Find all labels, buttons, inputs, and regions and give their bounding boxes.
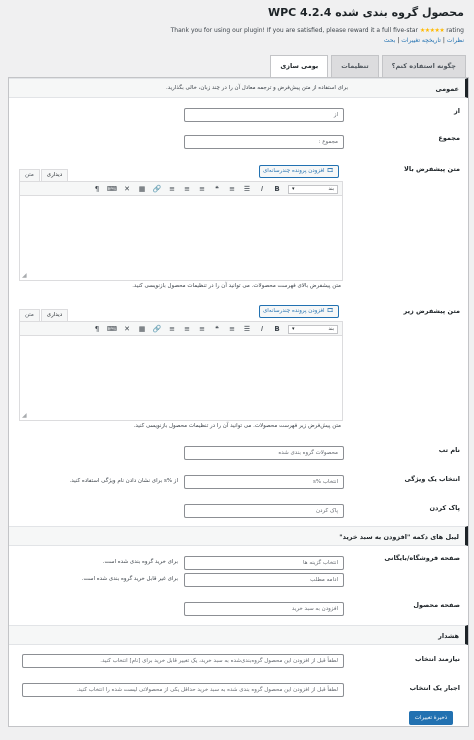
- reviews-link[interactable]: نظرات: [447, 37, 464, 44]
- plugin-links: نظرات | تاریخچه تغییرات | بحث: [384, 37, 464, 44]
- link-icon[interactable]: 🔗: [152, 324, 162, 334]
- paragraph-icon[interactable]: ¶: [92, 184, 102, 194]
- blockquote-icon[interactable]: ❝: [212, 324, 222, 334]
- require-selection-label: نیازمند انتخاب: [415, 655, 460, 663]
- add-media-button[interactable]: 🎞 افزودن پرونده چندرسانه‌ای: [259, 165, 339, 178]
- align-right-icon[interactable]: ≡: [167, 184, 177, 194]
- archive-non-purchasable-desc: برای غیر قابل خرید گروه بندی شده است.: [81, 576, 178, 582]
- archive-page-label: صفحه فروشگاه/بایگانی: [384, 554, 460, 562]
- five-star-icon[interactable]: ★★★★★: [420, 27, 445, 34]
- editor-mode-tabs: متن دیداری: [19, 169, 69, 181]
- discuss-link[interactable]: بحث: [384, 37, 395, 44]
- section-alert: هشدار: [9, 625, 468, 645]
- fullscreen-icon[interactable]: ✕: [122, 184, 132, 194]
- read-more-icon[interactable]: ▦: [137, 184, 147, 194]
- editor-toolbar: بند B I ☰ ≡ ❝ ≡ ≡ ≡ 🔗 ▦ ✕ ⌨ ¶: [20, 322, 342, 336]
- settings-panel: عمومی برای استفاده از متن پیش‌فرض و ترجم…: [8, 77, 469, 727]
- settings-page: محصول گروه بندی شده WPC 4.2.4 Thank you …: [0, 0, 474, 740]
- numbered-list-icon[interactable]: ≡: [227, 184, 237, 194]
- italic-icon[interactable]: I: [257, 324, 267, 334]
- clear-input[interactable]: پاک کردن: [184, 504, 344, 518]
- fullscreen-icon[interactable]: ✕: [122, 324, 132, 334]
- archive-non-purchasable-input[interactable]: ادامه مطلب: [184, 573, 344, 587]
- above-text-editor[interactable]: بند B I ☰ ≡ ❝ ≡ ≡ ≡ 🔗 ▦ ✕ ⌨ ¶ ◢: [19, 181, 343, 281]
- section-heading: هشدار: [438, 632, 459, 640]
- changelog-link[interactable]: تاریخچه تغییرات: [401, 37, 441, 44]
- choose-attribute-input[interactable]: انتخاب %s: [184, 475, 344, 489]
- below-text-label: متن پیشفرض زیر: [403, 307, 460, 315]
- align-right-icon[interactable]: ≡: [167, 324, 177, 334]
- section-add-to-cart-labels: لیبل های دکمه "افزودن به سبد خرید": [9, 526, 468, 546]
- choose-attribute-label: انتخاب یک ویژگی: [404, 475, 460, 483]
- archive-purchasable-input[interactable]: انتخاب گزینه ها: [184, 556, 344, 570]
- resize-handle-icon[interactable]: ◢: [22, 412, 27, 419]
- save-changes-button[interactable]: ذخیرهٔ تغییرات: [409, 711, 453, 725]
- tab-visual-mode[interactable]: دیداری: [40, 169, 69, 181]
- editor-toolbar: بند B I ☰ ≡ ❝ ≡ ≡ ≡ 🔗 ▦ ✕ ⌨ ¶: [20, 182, 342, 196]
- tab-text-mode[interactable]: متن: [19, 169, 40, 181]
- tab-name-input[interactable]: محصولات گروه بندی شده: [184, 446, 344, 460]
- format-select[interactable]: بند: [288, 325, 338, 334]
- total-label: مجموع: [438, 134, 460, 142]
- tab-name-label: نام تب: [438, 446, 460, 454]
- above-text-desc: متن پیشفرض بالای فهرست محصولات. می توانی…: [132, 283, 341, 289]
- tab-how-to-use[interactable]: چگونه استفاده کنم؟: [381, 55, 466, 77]
- align-center-icon[interactable]: ≡: [182, 324, 192, 334]
- media-icon: 🎞: [326, 168, 334, 174]
- align-left-icon[interactable]: ≡: [197, 184, 207, 194]
- tab-text-mode[interactable]: متن: [19, 309, 40, 321]
- force-selection-input[interactable]: لطفاً قبل از افزودن این محصول گروه بندی …: [22, 683, 344, 697]
- above-text-label: متن پیشفرض بالا: [404, 165, 460, 173]
- paragraph-icon[interactable]: ¶: [92, 324, 102, 334]
- general-note: برای استفاده از متن پیش‌فرض و ترجمه معاد…: [165, 85, 348, 91]
- total-input[interactable]: مجموع :: [184, 135, 344, 149]
- media-icon: 🎞: [326, 308, 334, 314]
- below-text-editor[interactable]: بند B I ☰ ≡ ❝ ≡ ≡ ≡ 🔗 ▦ ✕ ⌨ ¶ ◢: [19, 321, 343, 421]
- bullet-list-icon[interactable]: ☰: [242, 184, 252, 194]
- add-media-label: افزودن پرونده چندرسانه‌ای: [263, 168, 325, 174]
- toolbar-toggle-icon[interactable]: ⌨: [107, 324, 117, 334]
- add-media-label: افزودن پرونده چندرسانه‌ای: [263, 308, 325, 314]
- italic-icon[interactable]: I: [257, 184, 267, 194]
- editor-mode-tabs: متن دیداری: [19, 309, 69, 321]
- format-select[interactable]: بند: [288, 185, 338, 194]
- numbered-list-icon[interactable]: ≡: [227, 324, 237, 334]
- toolbar-toggle-icon[interactable]: ⌨: [107, 184, 117, 194]
- blockquote-icon[interactable]: ❝: [212, 184, 222, 194]
- require-selection-input[interactable]: لطفاً قبل از افزودن این محصول گروه‌بندی‌…: [22, 654, 344, 668]
- bold-icon[interactable]: B: [272, 184, 282, 194]
- from-label: از: [454, 107, 460, 115]
- tab-visual-mode[interactable]: دیداری: [40, 309, 69, 321]
- archive-purchasable-desc: برای خرید گروه بندی شده است.: [102, 559, 178, 565]
- from-input[interactable]: از: [184, 108, 344, 122]
- align-left-icon[interactable]: ≡: [197, 324, 207, 334]
- thanks-message: Thank you for using our plugin! If you a…: [171, 27, 464, 34]
- resize-handle-icon[interactable]: ◢: [22, 272, 27, 279]
- section-heading: عمومی: [435, 85, 459, 93]
- bullet-list-icon[interactable]: ☰: [242, 324, 252, 334]
- below-text-desc: متن پیش‌فرض زیر فهرست محصولات. می توانید…: [133, 423, 341, 429]
- tab-localization[interactable]: بومی سازی: [270, 55, 329, 78]
- read-more-icon[interactable]: ▦: [137, 324, 147, 334]
- page-title: محصول گروه بندی شده WPC 4.2.4: [267, 6, 464, 19]
- add-media-button[interactable]: 🎞 افزودن پرونده چندرسانه‌ای: [259, 305, 339, 318]
- bold-icon[interactable]: B: [272, 324, 282, 334]
- link-icon[interactable]: 🔗: [152, 184, 162, 194]
- tab-settings[interactable]: تنظیمات: [331, 55, 379, 77]
- thanks-text: Thank you for using our plugin! If you a…: [170, 27, 418, 34]
- section-heading: لیبل های دکمه "افزودن به سبد خرید": [339, 533, 459, 541]
- settings-tabs: چگونه استفاده کنم؟ تنظیمات بومی سازی: [270, 55, 466, 78]
- single-page-input[interactable]: افزودن به سبد خرید: [184, 602, 344, 616]
- force-selection-label: اجبار یک انتخاب: [409, 684, 460, 692]
- align-center-icon[interactable]: ≡: [182, 184, 192, 194]
- rating-text: rating: [446, 27, 464, 34]
- single-page-label: صفحه محصول: [413, 601, 460, 609]
- choose-attribute-desc: از %s برای نشان دادن نام ویژگی استفاده ک…: [69, 478, 179, 484]
- clear-label: پاک کردن: [429, 504, 460, 512]
